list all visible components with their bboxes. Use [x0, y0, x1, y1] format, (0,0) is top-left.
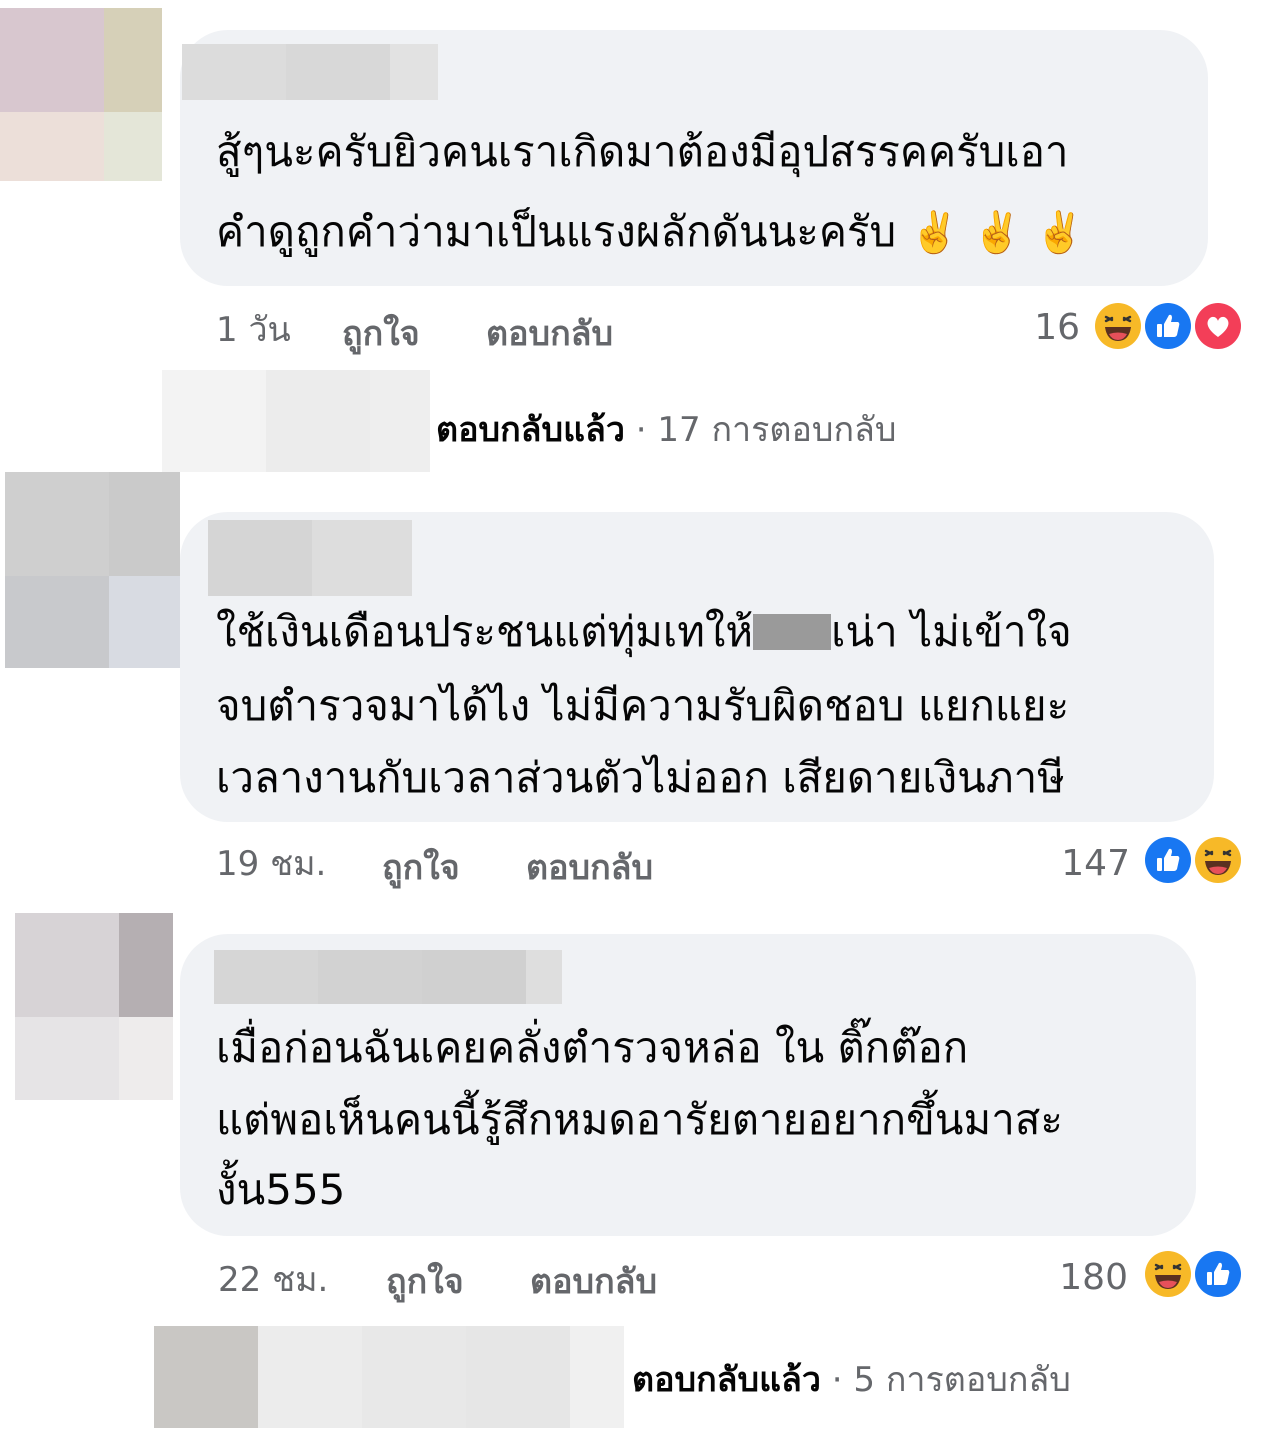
- avatar[interactable]: [0, 8, 162, 181]
- reply-avatar[interactable]: [154, 1326, 624, 1428]
- comment-bubble: สู้ๆนะครับยิวคนเราเกิดมาต้องมีอุปสรรคครั…: [180, 30, 1208, 286]
- separator-dot: ·: [831, 1360, 843, 1400]
- redaction-block: [753, 614, 832, 650]
- reply-button[interactable]: ตอบกลับ: [530, 1262, 657, 1302]
- reaction-count[interactable]: 147: [1040, 844, 1130, 884]
- comment-text-line: งั้น555: [216, 1165, 346, 1214]
- love-icon: [1192, 300, 1244, 352]
- reaction-count[interactable]: 180: [1036, 1258, 1128, 1298]
- like-button[interactable]: ถูกใจ: [382, 848, 460, 888]
- replied-label: ตอบกลับแล้ว: [436, 410, 625, 450]
- haha-icon: [1092, 300, 1144, 352]
- view-replies-link[interactable]: ตอบกลับแล้ว · 17 การตอบกลับ: [436, 410, 896, 450]
- avatar[interactable]: [15, 913, 173, 1100]
- comment-text-line: ใช้เงินเดือนประชนแต่ทุ่มเทให้ เน่า ไม่เข้…: [216, 596, 1072, 668]
- reactions-group[interactable]: [1142, 834, 1252, 886]
- reactions-group[interactable]: [1142, 1248, 1252, 1300]
- comment-bubble: ใช้เงินเดือนประชนแต่ทุ่มเทให้ เน่า ไม่เข้…: [180, 512, 1214, 822]
- author-name[interactable]: [182, 44, 438, 100]
- comment-text-span: เน่า ไม่เข้าใจ: [831, 607, 1072, 656]
- reply-count: 5 การตอบกลับ: [853, 1360, 1071, 1400]
- reaction-count[interactable]: 16: [1000, 308, 1080, 348]
- reply-count: 17 การตอบกลับ: [657, 410, 897, 450]
- avatar[interactable]: [5, 472, 180, 668]
- haha-icon: [1142, 1248, 1194, 1300]
- haha-icon: [1192, 834, 1244, 886]
- comment-text-line: เมื่อก่อนฉันเคยคลั่งตำรวจหล่อ ใน ติ๊กต๊อ…: [216, 1023, 969, 1072]
- like-icon: [1192, 1248, 1244, 1300]
- comment-time[interactable]: 19 ชม.: [216, 844, 326, 884]
- comment-text-span: ใช้เงินเดือนประชนแต่ทุ่มเทให้: [216, 607, 754, 656]
- like-icon: [1142, 300, 1194, 352]
- author-name[interactable]: [208, 520, 412, 596]
- like-button[interactable]: ถูกใจ: [386, 1262, 464, 1302]
- victory-hand-emoji: ✌️ ✌️ ✌️: [909, 210, 1085, 256]
- comment-time[interactable]: 1 วัน: [216, 310, 291, 350]
- view-replies-link[interactable]: ตอบกลับแล้ว · 5 การตอบกลับ: [632, 1360, 1071, 1400]
- like-button[interactable]: ถูกใจ: [342, 314, 420, 354]
- like-icon: [1142, 834, 1194, 886]
- reply-avatar[interactable]: [162, 370, 430, 472]
- replied-label: ตอบกลับแล้ว: [632, 1360, 821, 1400]
- comment-text-line: จบตำรวจมาได้ไง ไม่มีความรับผิดชอบ แยกแยะ: [216, 681, 1070, 730]
- author-name[interactable]: [214, 950, 562, 1004]
- reply-button[interactable]: ตอบกลับ: [486, 314, 613, 354]
- reply-button[interactable]: ตอบกลับ: [526, 848, 653, 888]
- separator-dot: ·: [635, 410, 647, 450]
- reactions-group[interactable]: [1092, 300, 1252, 352]
- comment-time[interactable]: 22 ชม.: [218, 1260, 328, 1300]
- comment-text-line: คำดูถูกคำว่ามาเป็นแรงผลักดันนะครับ ✌️ ✌️…: [216, 196, 1084, 269]
- comment-text-line: เวลางานกับเวลาส่วนตัวไม่ออก เสียดายเงินภ…: [216, 753, 1065, 802]
- comment-text-line: แต่พอเห็นคนนี้รู้สึกหมดอารัยตายอยากขึ้นม…: [216, 1095, 1063, 1144]
- comment-text-span: คำดูถูกคำว่ามาเป็นแรงผลักดันนะครับ: [216, 207, 897, 256]
- comment-bubble: เมื่อก่อนฉันเคยคลั่งตำรวจหล่อ ใน ติ๊กต๊อ…: [180, 934, 1196, 1236]
- comment-text-line: สู้ๆนะครับยิวคนเราเกิดมาต้องมีอุปสรรคครั…: [216, 127, 1069, 176]
